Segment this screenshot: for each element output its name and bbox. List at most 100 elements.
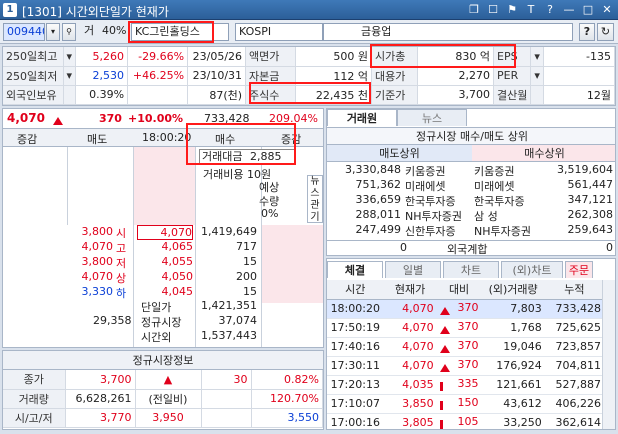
trade-table: 시간 현재가 대비 (외)거래량 누적 18:00:20 4,070 370 7,803 733,… bbox=[327, 280, 604, 429]
level-price[interactable]: 4,050 bbox=[137, 270, 194, 283]
closing-b: 3,950 bbox=[135, 408, 202, 428]
ref-price: 4,070 bbox=[81, 270, 114, 283]
trade-price: 4,070 bbox=[383, 318, 437, 338]
buy-broker[interactable]: 한국투자증 bbox=[474, 193, 525, 209]
sell-broker[interactable]: 한국투자증 bbox=[405, 193, 456, 209]
summary-value: 37,074 bbox=[218, 314, 258, 327]
level-volume: 1,419,649 bbox=[201, 225, 257, 238]
trade-price: 3,805 bbox=[383, 413, 437, 429]
ref-tag: 하 bbox=[116, 287, 127, 300]
buy-broker[interactable]: NH투자증권 bbox=[474, 223, 531, 239]
app-icon: 1 bbox=[3, 3, 17, 17]
level-price[interactable]: 4,070 bbox=[137, 225, 193, 240]
trade-tab[interactable]: 일별 bbox=[385, 261, 441, 278]
trade-time: 17:30:11 bbox=[327, 356, 384, 376]
sell-broker[interactable]: 신한투자증 bbox=[405, 223, 456, 239]
tab-broker[interactable]: 거래원 bbox=[327, 109, 397, 126]
refresh-button[interactable]: ↻ bbox=[597, 23, 614, 41]
info-row: 250일최저 ▾ 2,530 +46.25% 23/10/31 자본금 112 억 대용가 2,… bbox=[3, 66, 616, 86]
trade-row[interactable]: 17:40:16 4,070 370 19,046 723,857 bbox=[327, 337, 604, 357]
maximize-icon[interactable]: □ bbox=[581, 2, 595, 17]
trade-diff-cell: 370 bbox=[436, 299, 482, 319]
header-bid-change: 증감 bbox=[281, 133, 302, 146]
trade-diff: 105 bbox=[457, 414, 479, 428]
summary-left: 29,358 bbox=[93, 314, 132, 327]
stock-name-field[interactable]: KC그린홀딩스 bbox=[131, 23, 229, 41]
dropdown-icon[interactable]: ▾ bbox=[530, 66, 544, 86]
trade-volume: 1,768 bbox=[481, 318, 545, 338]
buy-volume: 561,447 bbox=[567, 178, 614, 191]
summary-label: 정규시장 bbox=[141, 316, 182, 329]
pin-icon[interactable]: ⚑ bbox=[505, 2, 519, 17]
up-arrow-icon bbox=[439, 361, 450, 374]
trade-tab[interactable]: 주문 bbox=[565, 261, 593, 278]
buy-broker[interactable]: 미래에셋 bbox=[474, 178, 514, 194]
sell-broker[interactable]: 키움증권 bbox=[405, 163, 445, 179]
trade-row[interactable]: 18:00:20 4,070 370 7,803 733,428 bbox=[327, 299, 604, 319]
stock-code-input[interactable]: 009440 bbox=[3, 23, 45, 41]
buy-broker[interactable]: 삼 성 bbox=[474, 208, 498, 224]
trade-diff: 370 bbox=[457, 319, 479, 333]
level-price[interactable]: 4,065 bbox=[137, 240, 194, 253]
dropdown-icon[interactable]: ▾ bbox=[63, 66, 77, 86]
info-value4 bbox=[543, 66, 616, 86]
ref-price: 3,800 bbox=[81, 255, 114, 268]
trade-scrollbar[interactable] bbox=[602, 280, 615, 429]
side-tab-news[interactable]: 뉴 bbox=[308, 176, 322, 188]
title-bar[interactable]: 1 [1301] 시간외단일가 현재가 ❐ ☐ ⚑ T ? — □ ✕ bbox=[0, 0, 618, 20]
help-button[interactable]: ? bbox=[579, 23, 595, 41]
header-ask-change: 증감 bbox=[17, 133, 38, 146]
trade-tab[interactable]: (외)차트 bbox=[501, 261, 563, 278]
trade-diff: 370 bbox=[457, 338, 479, 352]
regular-market-info: 정규시장정보 종가 3,700 ▲ 30 0.82% 거래량 6,628,261 (전일비) 1… bbox=[2, 350, 324, 430]
trade-header: 대비 bbox=[436, 280, 482, 300]
trade-row[interactable]: 17:30:11 4,070 370 176,924 704,811 bbox=[327, 356, 604, 376]
trade-diff: 150 bbox=[457, 395, 479, 409]
trade-volume: 19,046 bbox=[481, 337, 545, 357]
level-volume: 15 bbox=[243, 255, 257, 268]
trade-row[interactable]: 17:00:16 3,805 105 33,250 362,614 bbox=[327, 413, 604, 429]
broker-panel: 거래원 뉴스 정규시장 매수/매도 상위 매도상위 매수상위 3,330,848… bbox=[326, 108, 616, 256]
close-icon[interactable]: ✕ bbox=[600, 2, 614, 17]
buy-broker[interactable]: 키움증권 bbox=[474, 163, 514, 179]
dropdown-icon[interactable] bbox=[63, 85, 77, 105]
info-label: 250일최고 bbox=[3, 47, 64, 67]
closing-d: 120.70% bbox=[251, 389, 323, 409]
font-icon[interactable]: T bbox=[524, 2, 538, 17]
search-icon[interactable]: ⚲ bbox=[62, 23, 76, 41]
level-price[interactable]: 4,045 bbox=[137, 285, 194, 298]
side-tab-inst2[interactable]: 기 bbox=[308, 212, 322, 224]
code-dropdown-icon[interactable]: ▾ bbox=[46, 23, 60, 41]
buy-volume: 262,308 bbox=[567, 208, 614, 221]
sell-broker[interactable]: NH투자증권 bbox=[405, 208, 462, 224]
closing-label: 거래량 bbox=[3, 389, 66, 409]
sell-volume: 3,330,848 bbox=[345, 163, 401, 176]
dropdown-icon[interactable]: ▾ bbox=[530, 47, 544, 67]
minimize-icon[interactable]: — bbox=[562, 2, 576, 17]
trade-row[interactable]: 17:10:07 3,850 150 43,612 406,226 bbox=[327, 394, 604, 414]
closing-c bbox=[201, 408, 252, 428]
foreign-label: 외국계합 bbox=[447, 243, 488, 256]
sell-volume: 247,499 bbox=[355, 223, 402, 236]
info-date: 23/05/26 bbox=[187, 47, 247, 67]
trade-diff-cell: 370 bbox=[436, 318, 482, 338]
side-tab-inst[interactable]: 관 bbox=[308, 200, 322, 212]
dropdown-icon[interactable]: ▾ bbox=[63, 47, 77, 67]
trade-row[interactable]: 17:20:13 4,035 335 121,661 527,887 bbox=[327, 375, 604, 395]
help-icon[interactable]: ? bbox=[543, 2, 557, 17]
side-tabs[interactable]: 뉴 스 관 기 bbox=[307, 175, 323, 223]
side-tab-news2[interactable]: 스 bbox=[308, 188, 322, 200]
up-arrow-icon bbox=[439, 342, 450, 355]
trade-cumulative: 406,226 bbox=[544, 394, 604, 414]
dropdown-icon[interactable] bbox=[530, 85, 544, 105]
trade-tab[interactable]: 체결 bbox=[327, 261, 383, 278]
trade-row[interactable]: 17:50:19 4,070 370 1,768 725,625 bbox=[327, 318, 604, 338]
restore-icon[interactable]: ☐ bbox=[486, 2, 500, 17]
trade-tab[interactable]: 차트 bbox=[443, 261, 499, 278]
level-price[interactable]: 4,055 bbox=[137, 255, 194, 268]
info-value2: 22,435 천 bbox=[295, 85, 373, 105]
sell-broker[interactable]: 미래에셋 bbox=[405, 178, 445, 194]
link-icon[interactable]: ❐ bbox=[467, 2, 481, 17]
volume-pct: 209.04% bbox=[269, 112, 318, 125]
tab-news[interactable]: 뉴스 bbox=[397, 109, 467, 126]
